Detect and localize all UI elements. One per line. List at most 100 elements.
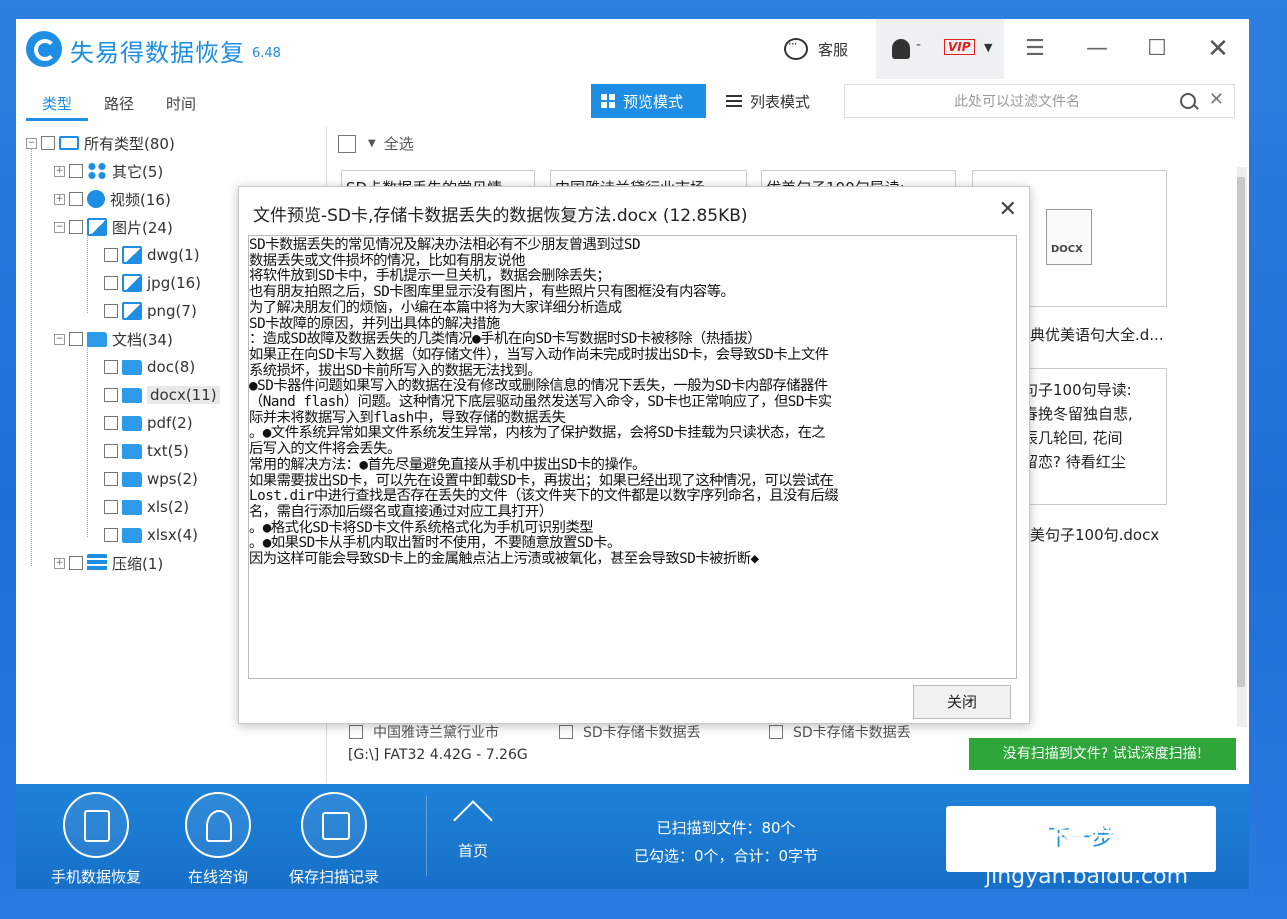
tree-node-docx[interactable]: docx(11) [104, 383, 220, 407]
preview-text-area[interactable]: SD卡数据丢失的常见情况及解决办法相必有不少朋友曾遇到过SD 数据丢失或文件损坏的… [248, 235, 1017, 679]
expand-toggle[interactable]: + [54, 193, 65, 205]
checkbox[interactable] [41, 136, 55, 150]
dialog-close-icon[interactable]: ✕ [999, 197, 1017, 222]
checkbox[interactable] [104, 472, 118, 486]
watermark-url: jingyan.baidu.com [985, 864, 1189, 889]
tree-node-label: 图片(24) [112, 218, 173, 237]
checkbox[interactable] [69, 192, 83, 206]
divider [426, 796, 427, 876]
maximize-button[interactable]: ☐ [1143, 35, 1171, 63]
tree-node-label: xls(2) [147, 498, 190, 516]
tree-node-xls[interactable]: xls(2) [104, 495, 189, 519]
select-all-checkbox[interactable] [338, 134, 356, 153]
select-all[interactable]: ▼ 全选 [338, 133, 414, 154]
checkbox[interactable] [104, 276, 118, 290]
tree-node-txt[interactable]: txt(5) [104, 439, 189, 463]
list-mode-button[interactable]: 列表模式 [716, 84, 831, 118]
user-menu[interactable]: - VIP ▼ [876, 19, 1004, 79]
tree-node-doc[interactable]: doc(8) [104, 355, 195, 379]
folder-icon [122, 471, 142, 487]
tree-node-xlsx[interactable]: xlsx(4) [104, 523, 198, 547]
scrollbar[interactable] [1237, 167, 1247, 727]
checkbox[interactable] [104, 304, 118, 318]
checkbox[interactable] [104, 416, 118, 430]
collapse-toggle[interactable]: − [54, 221, 65, 233]
expand-toggle[interactable]: + [54, 557, 65, 569]
category-tabs: 类型 路径 时间 [26, 91, 212, 121]
checkbox[interactable] [104, 248, 118, 262]
tree-node-png[interactable]: png(7) [104, 299, 197, 323]
minimize-button[interactable]: — [1083, 35, 1111, 63]
file-preview-dialog: 文件预览-SD卡,存储卡数据丢失的数据恢复方法.docx (12.85KB) ✕… [238, 186, 1030, 724]
menu-icon[interactable]: ☰ [1021, 35, 1049, 63]
user-name: - [916, 37, 922, 53]
tree-node-dwg[interactable]: dwg(1) [104, 243, 200, 267]
preview-text-line: SD卡数据丢失的常见情况及解决办法相必有不少朋友曾遇到过SD [249, 237, 641, 253]
clear-icon[interactable]: ✕ [1209, 89, 1224, 110]
checkbox[interactable] [769, 725, 783, 739]
tree-node-label: xlsx(4) [147, 526, 198, 544]
preview-text-line: ●SD卡器件问题如果写入的数据在没有修改或删除信息的情况下丢失，一般为SD卡内部… [249, 378, 828, 395]
customer-service-button[interactable]: 客服 [784, 36, 848, 62]
checkbox[interactable] [104, 444, 118, 458]
file-card-row[interactable]: SD卡存储卡数据丢 [769, 722, 911, 742]
preview-text-line: （Nand flash）问题。这种情况下底层驱动虽然发送写入命令，SD卡也正常响… [249, 394, 832, 411]
file-name: 美句子100句.docx [1030, 526, 1160, 544]
checkbox[interactable] [69, 164, 83, 178]
tab-path[interactable]: 路径 [88, 91, 150, 121]
file-card-row[interactable]: 中国雅诗兰黛行业市 [349, 722, 499, 742]
folder-icon [122, 499, 142, 515]
scrollbar-thumb[interactable] [1237, 177, 1245, 687]
preview-text-line: 因为这样可能会导致SD卡上的金属触点沾上污渍或被氧化，甚至会导致SD卡被折断◆ [249, 551, 759, 568]
tree-node-other[interactable]: + 其它(5) [54, 159, 163, 183]
collapse-toggle[interactable]: − [54, 333, 65, 345]
checked-summary: 已勾选：0个，合计：0字节 [633, 847, 819, 865]
chevron-down-icon[interactable]: ▼ [984, 41, 992, 54]
checkbox[interactable] [349, 725, 363, 739]
search-icon[interactable] [1180, 93, 1196, 109]
checkbox[interactable] [104, 500, 118, 514]
file-card-row[interactable]: SD卡存储卡数据丢 [559, 722, 701, 742]
save-record-button[interactable]: 保存扫描记录 [274, 792, 394, 887]
checkbox[interactable] [559, 725, 573, 739]
tree-node-all[interactable]: − 所有类型(80) [26, 131, 175, 155]
tree-node-video[interactable]: + 视频(16) [54, 187, 171, 211]
save-record-label: 保存扫描记录 [288, 868, 379, 886]
file-name: 中国雅诗兰黛行业市 [373, 725, 499, 741]
checkbox[interactable] [69, 332, 83, 346]
tree-node-pdf[interactable]: pdf(2) [104, 411, 193, 435]
preview-text-line: ：造成SD故障及数据丢失的几类情况●手机在向SD卡写数据时SD卡被移除（热插拔） [249, 331, 762, 348]
tree-node-jpg[interactable]: jpg(16) [104, 271, 201, 295]
online-consult-button[interactable]: 在线咨询 [158, 792, 278, 887]
chevron-down-icon[interactable]: ▼ [368, 138, 376, 149]
checkbox[interactable] [104, 388, 118, 402]
tree-node-wps[interactable]: wps(2) [104, 467, 198, 491]
filter-search-input[interactable] [855, 89, 1179, 115]
card-preview-text: 辰几轮回, 花间 [1023, 429, 1123, 447]
select-all-label: 全选 [383, 135, 414, 153]
picture-icon [87, 218, 107, 236]
tree-node-document[interactable]: − 文档(34) [54, 327, 173, 351]
checkbox[interactable] [69, 556, 83, 570]
scanned-count: 已扫描到文件：80个 [656, 819, 796, 837]
close-button[interactable]: ✕ [1204, 35, 1232, 63]
home-button[interactable]: 首页 [441, 792, 505, 861]
tree-node-archive[interactable]: + 压缩(1) [54, 551, 163, 575]
collapse-toggle[interactable]: − [26, 137, 37, 149]
expand-toggle[interactable]: + [54, 165, 65, 177]
tree-node-label: png(7) [147, 302, 197, 320]
tree-node-label: txt(5) [147, 442, 189, 460]
preview-mode-button[interactable]: 预览模式 [591, 84, 706, 118]
dialog-close-button[interactable]: 关闭 [913, 685, 1011, 719]
tab-time[interactable]: 时间 [150, 91, 212, 121]
preview-text-line: 后写入的文件将会丢失。 [249, 441, 401, 458]
phone-recovery-button[interactable]: 手机数据恢复 [31, 792, 161, 887]
checkbox[interactable] [69, 220, 83, 234]
checkbox[interactable] [104, 528, 118, 542]
folder-icon [122, 527, 142, 543]
phone-recovery-label: 手机数据恢复 [50, 868, 141, 886]
tree-node-image[interactable]: − 图片(24) [54, 215, 173, 239]
tab-type[interactable]: 类型 [26, 91, 88, 121]
deep-scan-button[interactable]: 没有扫描到文件? 试试深度扫描! [969, 738, 1236, 770]
checkbox[interactable] [104, 360, 118, 374]
